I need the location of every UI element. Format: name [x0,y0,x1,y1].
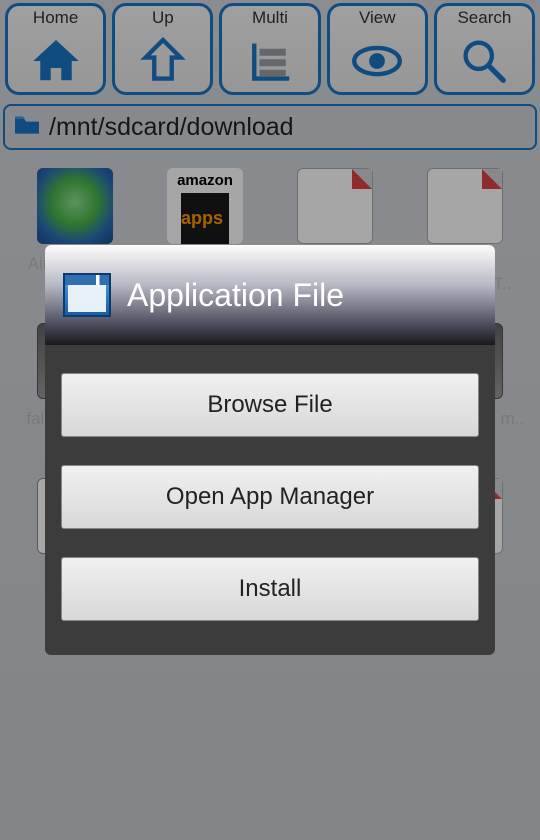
dialog-header: Application File [45,245,495,345]
application-file-dialog: Application File Browse File Open App Ma… [45,245,495,655]
open-app-manager-button[interactable]: Open App Manager [61,465,479,529]
app-icon [63,273,111,317]
browse-file-button[interactable]: Browse File [61,373,479,437]
dialog-title: Application File [127,277,344,314]
install-button[interactable]: Install [61,557,479,621]
dialog-body: Browse File Open App Manager Install [45,345,495,655]
modal-overlay[interactable]: Application File Browse File Open App Ma… [0,0,540,840]
